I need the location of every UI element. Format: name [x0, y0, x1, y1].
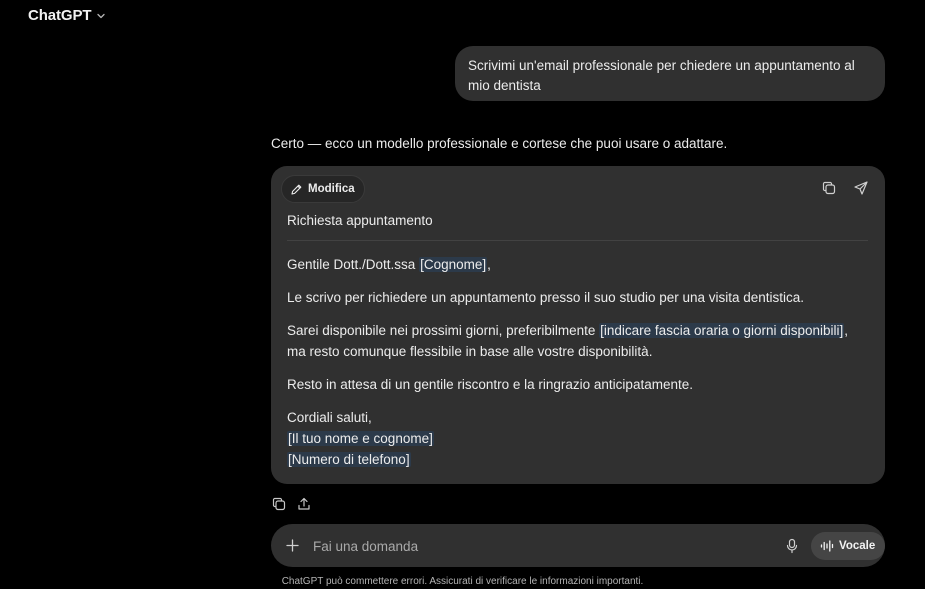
- disclaimer: ChatGPT può commettere errori. Assicurat…: [281, 576, 644, 587]
- edit-label: Modifica: [308, 183, 355, 195]
- greeting-end: ,: [487, 257, 491, 272]
- email-body: Gentile Dott./Dott.ssa [Cognome], Le scr…: [287, 254, 861, 470]
- chevron-down-icon: [96, 11, 106, 21]
- message-actions: [271, 496, 312, 512]
- microphone-icon[interactable]: [785, 538, 799, 554]
- availability-placeholder: [indicare fascia oraria o giorni disponi…: [599, 323, 845, 338]
- copy-icon[interactable]: [271, 496, 287, 512]
- card-actions: [821, 180, 869, 196]
- email-closing: Cordiali saluti,: [287, 410, 372, 425]
- assistant-intro: Certo — ecco un modello professionale e …: [271, 136, 728, 151]
- email-subject: Richiesta appuntamento: [287, 213, 433, 228]
- waveform-icon: [820, 540, 834, 552]
- prompt-input[interactable]: [313, 536, 763, 556]
- phone-placeholder: [Numero di telefono]: [287, 452, 411, 467]
- email-signature-phone: [Numero di telefono]: [287, 449, 861, 470]
- email-paragraph-3: Resto in attesa di un gentile riscontro …: [287, 377, 693, 392]
- app-title: ChatGPT: [28, 7, 92, 24]
- divider: [287, 240, 868, 241]
- email-paragraph-2: Sarei disponibile nei prossimi giorni, p…: [287, 320, 861, 362]
- voice-button[interactable]: Vocale: [811, 532, 886, 560]
- pencil-icon: [290, 183, 303, 196]
- chat-page: ChatGPT Scrivimi un'email professionale …: [0, 0, 925, 589]
- send-icon[interactable]: [853, 180, 869, 196]
- copy-icon[interactable]: [821, 180, 837, 196]
- name-placeholder: [Il tuo nome e cognome]: [287, 431, 434, 446]
- edit-button[interactable]: Modifica: [281, 175, 365, 203]
- email-paragraph-1: Le scrivo per richiedere un appuntamento…: [287, 290, 805, 305]
- share-icon[interactable]: [296, 496, 312, 512]
- email-card: Modifica Richiesta appuntamento Gentile …: [271, 166, 885, 484]
- paragraph2-start: Sarei disponibile nei prossimi giorni, p…: [287, 323, 600, 338]
- greeting-text: Gentile Dott./Dott.ssa: [287, 257, 420, 272]
- surname-placeholder: [Cognome]: [419, 257, 488, 272]
- user-message: Scrivimi un'email professionale per chie…: [455, 46, 885, 101]
- email-greeting: Gentile Dott./Dott.ssa [Cognome],: [287, 254, 861, 275]
- model-selector[interactable]: ChatGPT: [28, 7, 106, 24]
- composer: Vocale: [271, 524, 886, 567]
- email-signature-name: [Il tuo nome e cognome]: [287, 428, 861, 449]
- plus-icon[interactable]: [285, 538, 300, 553]
- voice-label: Vocale: [839, 540, 876, 552]
